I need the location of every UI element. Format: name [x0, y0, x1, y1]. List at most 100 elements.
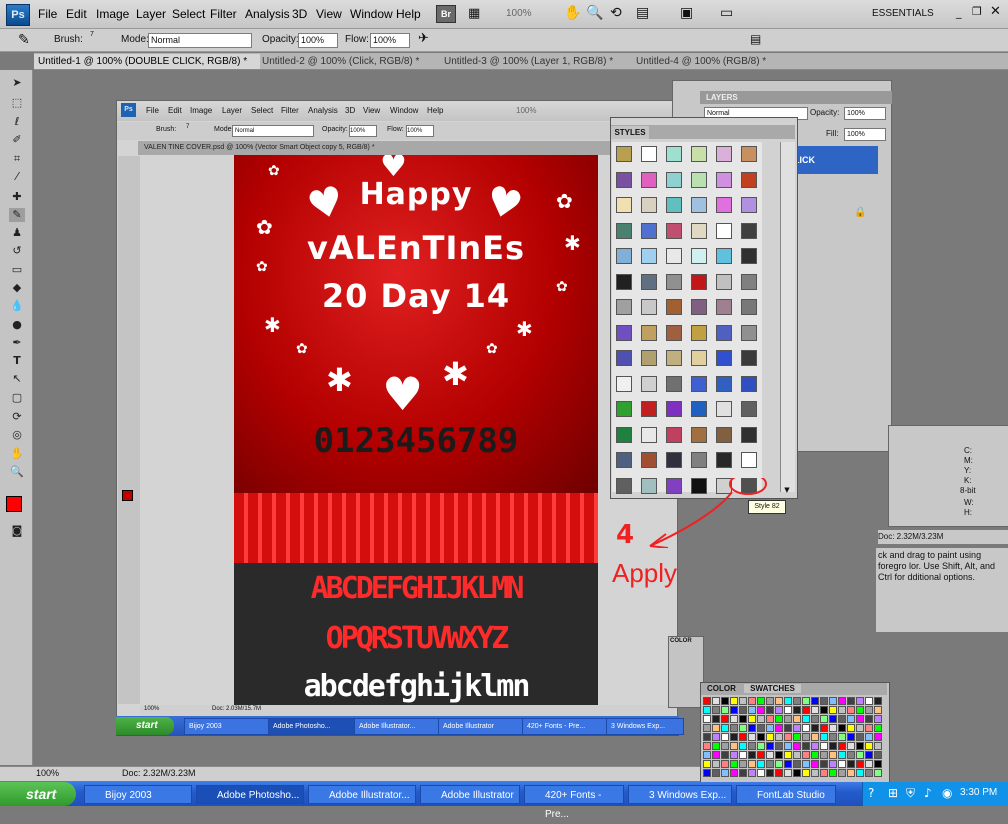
color-swatch[interactable]: [802, 724, 810, 732]
color-swatch[interactable]: [829, 697, 837, 705]
color-swatch[interactable]: [838, 715, 846, 723]
menu-select[interactable]: Select: [172, 7, 205, 21]
color-swatch[interactable]: [802, 733, 810, 741]
color-swatch[interactable]: [802, 706, 810, 714]
color-swatch[interactable]: [784, 724, 792, 732]
style-swatch[interactable]: [716, 426, 732, 443]
color-swatch[interactable]: [739, 751, 747, 759]
color-swatch[interactable]: [811, 733, 819, 741]
color-swatch[interactable]: [856, 715, 864, 723]
style-swatch[interactable]: [666, 452, 682, 468]
style-swatch[interactable]: [716, 452, 732, 468]
pen-tool-icon[interactable]: ✒: [9, 336, 25, 350]
security-icon[interactable]: ⛨: [906, 786, 915, 801]
style-swatch[interactable]: [666, 375, 682, 392]
inner-menu-help[interactable]: Help: [427, 106, 443, 115]
color-swatch[interactable]: [793, 769, 801, 777]
style-swatch[interactable]: [691, 426, 707, 443]
color-swatch[interactable]: [721, 769, 729, 777]
style-swatch[interactable]: [616, 197, 632, 213]
screen-mode-icon[interactable]: ▭: [720, 5, 733, 21]
color-swatch[interactable]: [712, 715, 720, 723]
color-swatch[interactable]: [748, 697, 756, 705]
color-swatch[interactable]: [820, 715, 828, 723]
color-swatch[interactable]: [739, 769, 747, 777]
color-swatch[interactable]: [748, 715, 756, 723]
tab-untitled-3[interactable]: Untitled-3 @ 100% (Layer 1, RGB/8) *: [440, 54, 632, 69]
color-swatch[interactable]: [748, 733, 756, 741]
color-swatch[interactable]: [784, 733, 792, 741]
color-swatch[interactable]: [865, 742, 873, 750]
style-swatch[interactable]: [641, 324, 657, 341]
help-icon[interactable]: ?: [868, 786, 874, 800]
shape-tool-icon[interactable]: ▢: [9, 391, 25, 405]
style-swatch[interactable]: [666, 248, 682, 264]
hand-icon[interactable]: ✋: [564, 5, 581, 21]
color-swatch[interactable]: [775, 706, 783, 714]
minibridge-icon[interactable]: ▦: [468, 6, 480, 21]
inner-task-explorer[interactable]: 3 Windows Exp...: [606, 718, 684, 735]
color-swatch[interactable]: [784, 715, 792, 723]
color-swatch[interactable]: [811, 742, 819, 750]
color-swatch[interactable]: [721, 742, 729, 750]
color-swatch[interactable]: [865, 760, 873, 768]
menu-file[interactable]: File: [38, 7, 57, 21]
color-swatch[interactable]: [712, 742, 720, 750]
inner-task-photoshop[interactable]: Adobe Photosho...: [268, 718, 356, 735]
style-swatch[interactable]: [616, 273, 632, 290]
style-swatch[interactable]: [616, 248, 632, 264]
style-swatch[interactable]: [641, 171, 657, 188]
arrange-documents-icon[interactable]: ▣: [680, 5, 693, 21]
color-swatch[interactable]: [865, 751, 873, 759]
color-swatch[interactable]: [856, 751, 864, 759]
color-swatch[interactable]: [712, 751, 720, 759]
color-swatch[interactable]: [730, 769, 738, 777]
color-swatch[interactable]: [793, 760, 801, 768]
style-swatch[interactable]: [741, 299, 757, 315]
rotate-view-icon[interactable]: ⟲: [610, 5, 622, 21]
minimize-icon[interactable]: _: [956, 6, 962, 19]
color-swatch[interactable]: [802, 751, 810, 759]
inner-status-zoom[interactable]: 100%: [144, 706, 159, 712]
style-swatch[interactable]: [691, 222, 707, 239]
color-swatch[interactable]: [775, 769, 783, 777]
inner-mode-select[interactable]: Normal: [232, 125, 314, 137]
menu-3d[interactable]: 3D: [292, 7, 307, 21]
color-swatch[interactable]: [703, 769, 711, 777]
quick-mask-icon[interactable]: ◙: [9, 524, 25, 538]
style-swatch[interactable]: [666, 426, 682, 443]
color-swatch[interactable]: [838, 769, 846, 777]
selected-layer-row[interactable]: LICK: [790, 146, 878, 174]
style-swatch[interactable]: [716, 324, 732, 341]
task-fontlab[interactable]: FontLab Studio: [736, 785, 836, 804]
style-swatch[interactable]: [666, 197, 682, 213]
color-swatch[interactable]: [721, 751, 729, 759]
color-swatch[interactable]: [721, 715, 729, 723]
style-swatch[interactable]: [741, 222, 757, 239]
color-swatch[interactable]: [730, 751, 738, 759]
color-swatch[interactable]: [730, 724, 738, 732]
tab-untitled-2[interactable]: Untitled-2 @ 100% (Click, RGB/8) *: [258, 54, 440, 69]
tab-color[interactable]: COLOR: [701, 684, 742, 693]
color-swatch[interactable]: [712, 706, 720, 714]
color-swatch[interactable]: [757, 733, 765, 741]
lasso-tool-icon[interactable]: ℓ: [9, 115, 25, 129]
color-swatch[interactable]: [712, 733, 720, 741]
color-swatch[interactable]: [865, 706, 873, 714]
inner-foreground-swatch[interactable]: [122, 490, 133, 501]
color-swatch[interactable]: [739, 724, 747, 732]
color-swatch[interactable]: [874, 769, 882, 777]
inner-task-bijoy[interactable]: Bijoy 2003: [184, 718, 270, 735]
style-swatch[interactable]: [716, 350, 732, 366]
close-icon[interactable]: ✕: [990, 4, 1001, 19]
color-swatch[interactable]: [757, 760, 765, 768]
color-swatch[interactable]: [730, 706, 738, 714]
color-swatch[interactable]: [721, 760, 729, 768]
zoom-icon[interactable]: 🔍: [586, 5, 603, 21]
quick-select-tool-icon[interactable]: ✐: [9, 133, 25, 147]
color-swatch[interactable]: [829, 715, 837, 723]
color-swatch[interactable]: [820, 769, 828, 777]
color-swatch[interactable]: [712, 760, 720, 768]
style-swatch[interactable]: [691, 324, 707, 341]
color-swatch[interactable]: [739, 715, 747, 723]
